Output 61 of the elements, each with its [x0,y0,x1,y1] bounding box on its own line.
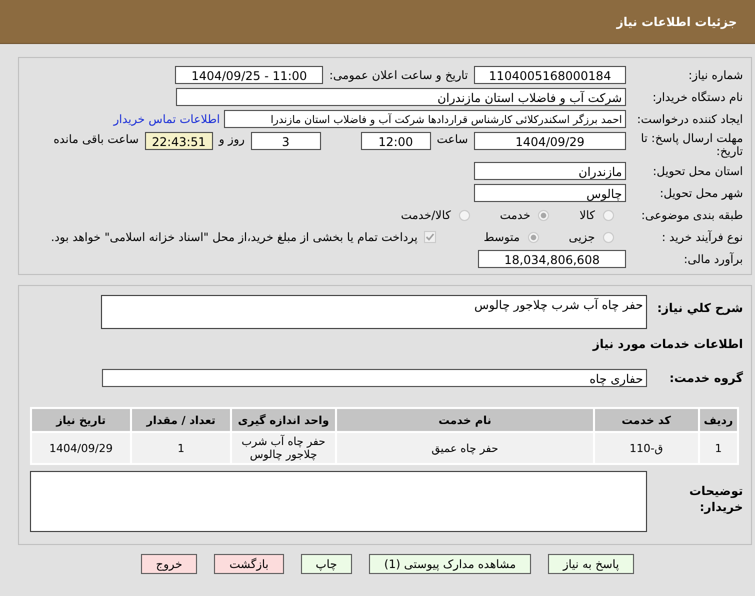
field-label: نام دستگاه خریدار: [651,90,743,104]
table-cell: ق-110 [594,433,698,463]
column-header: واحد اندازه گیری [232,409,335,431]
field-label: شهر محل تحویل: [658,186,743,200]
table-cell: حفر چاه آب شرب چلاجور چالوس [232,433,335,463]
field-label: گروه خدمت: [668,371,743,385]
radio-label: جزیی [568,230,595,244]
action-button[interactable]: پاسخ به نیاز [548,554,634,574]
table-cell: 1 [700,433,737,463]
field-label: توضیحات خریدار: [688,483,743,515]
days-label: روز و [218,132,245,146]
action-button[interactable]: چاپ [300,554,352,574]
buyer-notes-field[interactable] [30,471,647,532]
payment-note: پرداخت تمام یا بخشی از مبلغ خرید،از محل "اسناد خزانه اسلامی" خواهد بود. [50,230,418,244]
radio-label: کالا/خدمت [400,208,451,222]
field-label: برآورد مالی: [682,252,743,266]
table-cell: 1404/09/29 [32,433,130,463]
field-label: استان محل تحویل: [652,164,743,178]
page-title: جزئیات اطلاعات نیاز [616,14,737,28]
remaining-label: ساعت باقی مانده [54,132,139,146]
field-label: تاریخ و ساعت اعلان عمومی: [329,68,468,82]
column-header: تاریخ نیاز [32,409,130,431]
radio-button[interactable] [458,210,470,220]
column-header: نام خدمت [337,409,593,431]
buyer-org-field: شرکت آب و فاضلاب استان مازندران [176,88,626,106]
announce-date-field: 1404/09/25 - 11:00 [175,66,324,84]
budget-field: 18,034,806,608 [478,250,626,268]
field-label: طبقه بندی موضوعی: [640,208,743,222]
section-heading: اطلاعات خدمات مورد نیاز [591,336,744,353]
action-button[interactable]: مشاهده مدارک پیوستی (1) [369,554,531,574]
radio-button[interactable] [603,232,614,242]
province-field: مازندران [474,162,626,180]
table-cell: 1 [132,433,230,463]
field-label: شماره نیاز: [687,68,743,82]
radio-label: کالا [579,208,595,222]
deadline-date-field: 1404/09/29 [474,132,626,150]
field-label: مهلت ارسال پاسخ: تا تاریخ: [640,132,743,158]
radio-button[interactable] [538,210,550,220]
field-label: نوع فرآیند خرید : [660,230,743,244]
radio-label: متوسط [484,230,520,244]
time-label: ساعت [436,132,468,146]
field-label: ایجاد کننده درخواست: [636,112,743,126]
column-header: ردیف [700,409,737,431]
need-number-field: 1104005168000184 [474,66,626,84]
action-button[interactable]: خروج [140,554,198,574]
radio-button[interactable] [528,232,539,242]
buyer-contact-link[interactable]: اطلاعات تماس خریدار [113,112,220,126]
table-cell: حفر چاه عمیق [337,433,593,463]
action-button[interactable]: بازگشت [214,554,284,574]
requester-field: احمد برزگر اسکندرکلائی کارشناس قراردادها شرکت آب و فاضلاب استان مازندرا [224,110,626,128]
description-field: حفر چاه آب شرب چلاجور چالوس [101,295,647,329]
field-label: شرح کلي نياز: [656,300,743,315]
remaining-time-field: 22:43:51 [144,132,213,150]
service-group-field: حفاری چاه [102,369,647,387]
column-header: کد خدمت [594,409,698,431]
column-header: تعداد / مقدار [132,409,230,431]
days-field: 3 [250,132,321,150]
radio-label: خدمت [500,208,530,222]
radio-button[interactable] [603,210,614,220]
city-field: چالوس [474,184,626,202]
deadline-time-field: 12:00 [360,132,431,150]
